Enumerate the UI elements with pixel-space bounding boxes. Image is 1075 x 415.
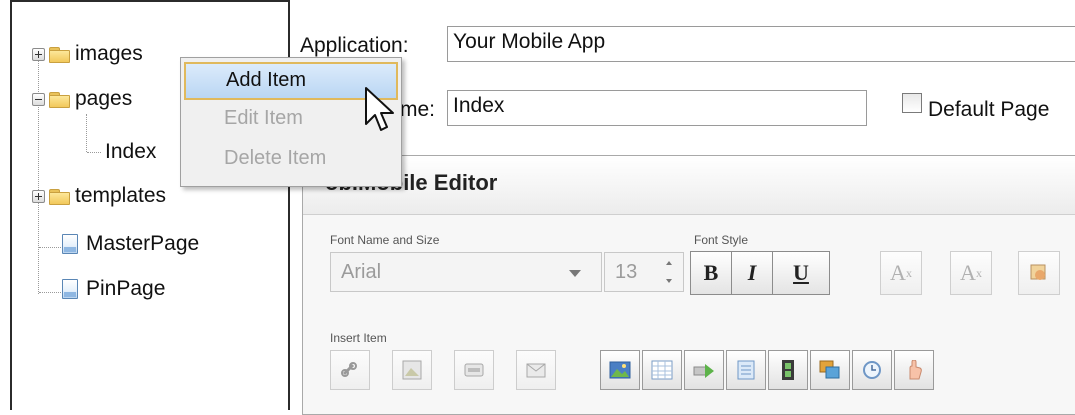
chevron-down-icon [569,270,581,277]
tree-item-label: MasterPage [86,232,200,255]
link-icon [341,362,357,377]
underline-button[interactable]: U [772,251,830,295]
tree-connector [39,292,61,293]
expand-icon[interactable] [32,189,45,203]
bold-label: B [703,260,719,285]
font-name-value: Arial [341,261,382,283]
superscript-button[interactable]: Ax [950,251,992,295]
insert-link-button[interactable] [330,350,370,390]
insert-video-button[interactable] [768,350,808,390]
folder-icon [49,188,70,205]
superscript-mark: x [975,265,982,280]
font-name-select[interactable]: Arial [330,252,602,292]
italic-button[interactable]: I [731,251,773,295]
navigate-icon [693,364,714,378]
tree-connector [87,152,101,153]
text-color-button[interactable] [1018,251,1060,295]
font-name-size-label: Font Name and Size [330,233,440,247]
insert-hand-button[interactable] [894,350,934,390]
picture-icon [609,361,631,379]
mouse-cursor-icon [365,87,394,131]
subscript-base: A [890,260,906,285]
font-size-value: 13 [615,261,638,283]
insert-clock-button[interactable] [852,350,892,390]
font-size-stepper[interactable]: 13 [604,252,684,292]
gallery-icon [819,360,840,379]
insert-item-label: Insert Item [330,331,387,345]
button-placeholder-icon [464,363,484,377]
menu-item-label: Edit Item [224,107,303,129]
page-name-input[interactable]: Index [447,90,867,126]
insert-gallery-button[interactable] [810,350,850,390]
insert-picture-button[interactable] [600,350,640,390]
table-icon [651,360,673,380]
form-icon [737,360,755,380]
tree-item-pages[interactable]: pages [32,82,132,116]
insert-button-placeholder-button[interactable] [454,350,494,390]
menu-item-delete-item[interactable]: Delete Item [184,142,398,180]
insert-image-placeholder-button[interactable] [392,350,432,390]
film-icon [782,360,794,380]
tree-item-label: PinPage [86,277,166,300]
clock-icon [863,361,881,379]
spinner-arrows-icon[interactable] [665,257,675,287]
insert-table-button[interactable] [642,350,682,390]
page-name-label: me: [400,98,436,121]
tree-connector [86,114,87,152]
expand-icon[interactable] [32,47,45,61]
image-placeholder-icon [402,360,422,380]
font-style-label: Font Style [694,233,749,247]
italic-label: I [747,260,757,285]
page-icon [62,234,78,254]
folder-icon [49,91,70,108]
collapse-icon[interactable] [32,92,45,106]
tree-item-label: pages [75,87,133,110]
text-color-icon [1030,264,1046,280]
application-input[interactable]: Your Mobile App [447,26,1075,62]
folder-icon [49,46,70,63]
menu-item-label: Delete Item [224,147,327,169]
tree-item-label: Index [105,140,157,163]
page-icon [62,279,78,299]
menu-item-label: Add Item [226,69,307,91]
tree-item-index[interactable]: Index [105,135,156,169]
tree-connector [39,247,61,248]
tree-item-masterpage[interactable]: MasterPage [62,227,199,261]
tree-item-label: images [75,42,143,65]
default-page-checkbox[interactable] [902,93,922,113]
underline-label: U [793,260,809,285]
hand-icon [909,360,922,380]
tree-item-images[interactable]: images [32,37,143,71]
tree-item-pinpage[interactable]: PinPage [62,272,165,306]
tree-item-label: templates [75,184,167,207]
insert-navigate-button[interactable] [684,350,724,390]
default-page-label: Default Page [928,98,1050,121]
insert-form-button[interactable] [726,350,766,390]
tree-item-templates[interactable]: templates [32,179,166,213]
email-placeholder-icon [526,363,546,378]
subscript-button[interactable]: Ax [880,251,922,295]
bold-button[interactable]: B [690,251,732,295]
application-label: Application: [300,34,409,57]
insert-email-placeholder-button[interactable] [516,350,556,390]
superscript-base: A [960,260,976,285]
subscript-mark: x [905,265,912,280]
